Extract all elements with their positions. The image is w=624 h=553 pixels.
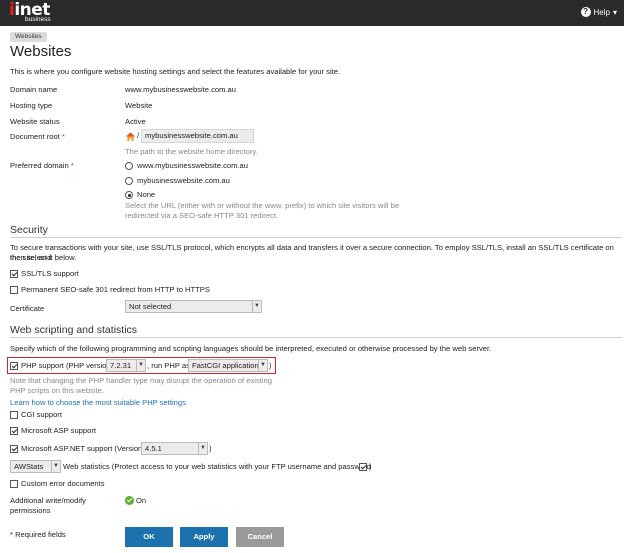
document-root-label-text: Document root bbox=[10, 132, 60, 141]
page-title: Websites bbox=[10, 43, 72, 60]
scripting-section-title: Web scripting and statistics bbox=[10, 324, 138, 336]
security-divider bbox=[10, 237, 622, 238]
chevron-down-icon: ▾ bbox=[612, 7, 617, 17]
permissions-label-line-2: permissions bbox=[10, 506, 51, 515]
cgi-support-checkbox[interactable] bbox=[10, 411, 18, 419]
breadcrumb[interactable]: Websites bbox=[10, 32, 47, 42]
preferred-domain-label-text: Preferred domain bbox=[10, 161, 69, 170]
ssl-support-label[interactable]: SSL/TLS support bbox=[21, 269, 79, 279]
radio-none[interactable] bbox=[125, 191, 133, 199]
hosting-type-value: Website bbox=[125, 101, 153, 110]
web-stats-select[interactable]: AWStats ▼ bbox=[10, 460, 61, 473]
website-status-value: Active bbox=[125, 117, 146, 126]
website-status-label: Website status bbox=[10, 117, 60, 126]
php-run-as-label: , run PHP as bbox=[147, 361, 190, 370]
php-note-line-2: PHP scripts on this website. bbox=[10, 386, 104, 395]
php-note-line-1: Note that changing the PHP handler type … bbox=[10, 376, 273, 385]
php-handler-select[interactable]: FastCGI application ▼ bbox=[188, 359, 268, 372]
php-support-checkbox[interactable] bbox=[10, 362, 18, 370]
web-stats-label: Web statistics (Protect access to your w… bbox=[63, 462, 371, 471]
aspnet-close-paren: ) bbox=[209, 444, 212, 453]
https-redirect-checkbox[interactable] bbox=[10, 286, 18, 294]
document-root-hint: The path to the website home directory. bbox=[125, 147, 258, 156]
custom-error-docs-label[interactable]: Custom error documents bbox=[21, 479, 105, 489]
top-bar: iinet business ? Help ▾ bbox=[0, 0, 624, 26]
php-settings-help-link[interactable]: Learn how to choose the most suitable PH… bbox=[10, 398, 186, 408]
aspnet-version-select[interactable]: 4.5.1 ▼ bbox=[141, 442, 208, 455]
asp-support-checkbox[interactable] bbox=[10, 427, 18, 435]
domain-name-value: www.mybusinesswebsite.com.au bbox=[125, 85, 236, 94]
preferred-domain-hint-line-1: Select the URL (either with or without t… bbox=[125, 201, 400, 210]
domain-name-label: Domain name bbox=[10, 85, 58, 94]
apply-button[interactable]: Apply bbox=[180, 527, 228, 547]
radio-www-domain[interactable] bbox=[125, 162, 133, 170]
permissions-label-line-1: Additional write/modify bbox=[10, 496, 86, 505]
hosting-type-label: Hosting type bbox=[10, 101, 53, 110]
scripting-description: Specify which of the following programmi… bbox=[10, 344, 492, 353]
chevron-down-icon: ▼ bbox=[198, 443, 207, 454]
permissions-value[interactable]: On bbox=[136, 496, 146, 506]
certificate-label: Certificate bbox=[10, 304, 45, 313]
document-root-slash: / bbox=[137, 131, 140, 140]
chevron-down-icon: ▼ bbox=[136, 360, 145, 371]
aspnet-version-value: 4.5.1 bbox=[145, 444, 162, 453]
php-support-label[interactable]: PHP support (PHP version bbox=[21, 361, 111, 371]
required-mark: * bbox=[70, 161, 74, 170]
php-version-value: 7.2.31 bbox=[110, 361, 132, 370]
radio-bare-domain[interactable] bbox=[125, 177, 133, 185]
custom-error-docs-checkbox[interactable] bbox=[10, 480, 18, 488]
chevron-down-icon: ▼ bbox=[258, 360, 267, 371]
radio-www-domain-label[interactable]: www.mybusinesswebsite.com.au bbox=[137, 161, 248, 171]
asp-support-label[interactable]: Microsoft ASP support bbox=[21, 426, 96, 436]
php-version-select[interactable]: 7.2.31 ▼ bbox=[106, 359, 146, 372]
aspnet-support-label[interactable]: Microsoft ASP.NET support (Version bbox=[21, 444, 142, 454]
web-stats-value: AWStats bbox=[14, 462, 44, 471]
help-menu[interactable]: ? Help ▾ bbox=[580, 7, 617, 17]
check-circle-icon bbox=[125, 496, 134, 505]
cgi-support-label[interactable]: CGI support bbox=[21, 410, 62, 420]
question-circle-icon: ? bbox=[580, 7, 591, 17]
php-close-paren: ) bbox=[269, 361, 272, 370]
document-root-label: Document root * bbox=[10, 132, 65, 142]
required-fields-note: * Required fields bbox=[10, 530, 66, 539]
radio-bare-domain-label[interactable]: mybusinesswebsite.com.au bbox=[137, 176, 230, 186]
preferred-domain-label: Preferred domain * bbox=[10, 161, 74, 171]
radio-none-label[interactable]: None bbox=[137, 190, 155, 200]
logo-subtitle: business bbox=[25, 16, 51, 23]
aspnet-support-checkbox[interactable] bbox=[10, 445, 18, 453]
web-stats-close-paren: ) bbox=[369, 462, 372, 471]
web-stats-protect-checkbox[interactable] bbox=[359, 463, 367, 471]
ssl-support-checkbox[interactable] bbox=[10, 270, 18, 278]
help-label: Help bbox=[593, 7, 610, 17]
scripting-divider bbox=[10, 337, 622, 338]
https-redirect-label[interactable]: Permanent SEO-safe 301 redirect from HTT… bbox=[21, 285, 210, 295]
php-handler-value: FastCGI application bbox=[192, 361, 259, 370]
security-section-title: Security bbox=[10, 224, 48, 236]
document-root-input[interactable]: mybusinesswebsite.com.au bbox=[141, 129, 254, 143]
page-intro: This is where you configure website host… bbox=[10, 67, 341, 76]
ok-button[interactable]: OK bbox=[125, 527, 173, 547]
chevron-down-icon: ▼ bbox=[252, 301, 261, 312]
home-folder-icon bbox=[125, 132, 136, 142]
required-mark: * bbox=[61, 132, 65, 141]
certificate-select[interactable]: Not selected ▼ bbox=[125, 300, 262, 313]
security-description-line-2: then select it below. bbox=[10, 253, 77, 262]
certificate-select-value: Not selected bbox=[129, 302, 172, 311]
preferred-domain-hint-line-2: redirected via a SEO-safe HTTP 301 redir… bbox=[125, 211, 279, 220]
cancel-button[interactable]: Cancel bbox=[236, 527, 284, 547]
chevron-down-icon: ▼ bbox=[51, 461, 60, 472]
